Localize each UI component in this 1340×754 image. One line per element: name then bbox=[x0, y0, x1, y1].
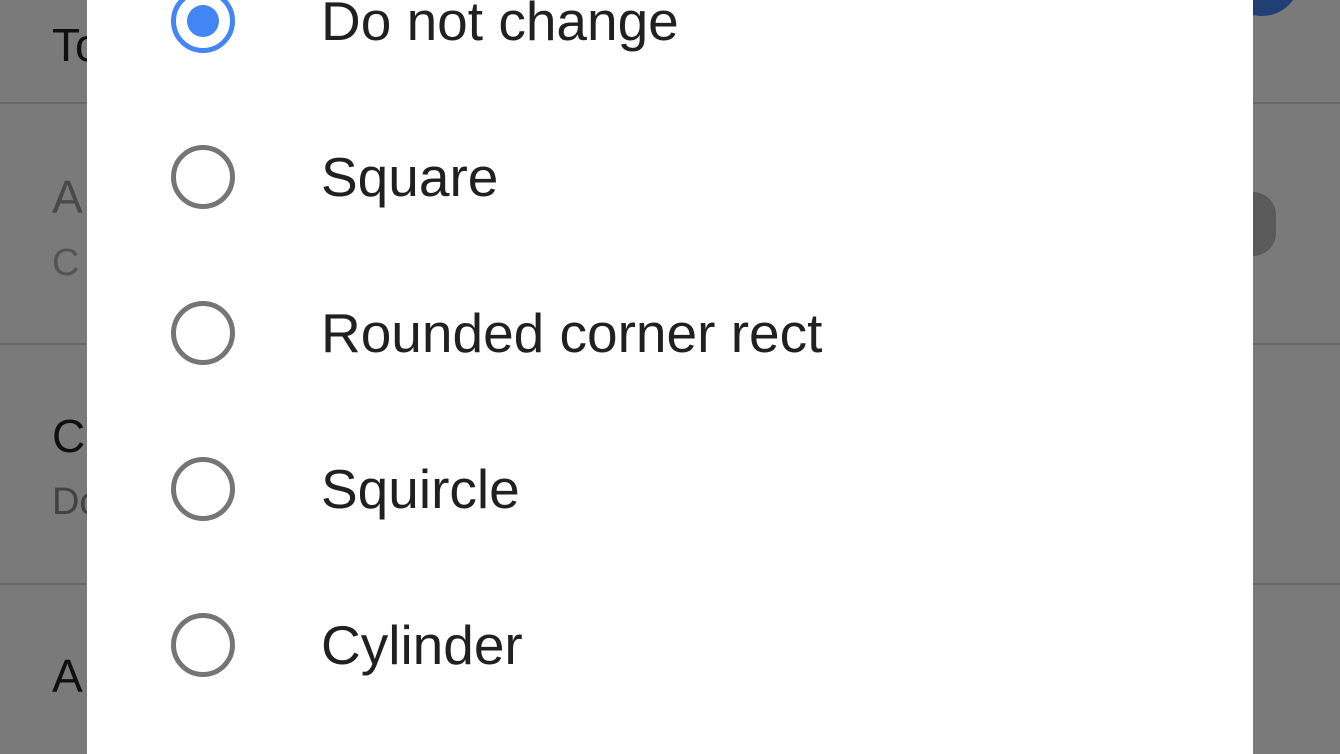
option-rounded-corner-rect[interactable]: Rounded corner rect bbox=[87, 255, 1253, 411]
option-squircle[interactable]: Squircle bbox=[87, 411, 1253, 567]
radio-unchecked-icon[interactable] bbox=[171, 613, 235, 677]
radio-unchecked-icon[interactable] bbox=[171, 457, 235, 521]
option-label: Do not change bbox=[321, 0, 679, 52]
option-label: Squircle bbox=[321, 458, 520, 520]
icon-shape-dialog: Do not change Square Rounded corner rect… bbox=[87, 0, 1253, 754]
option-do-not-change[interactable]: Do not change bbox=[87, 0, 1253, 99]
radio-unchecked-icon[interactable] bbox=[171, 145, 235, 209]
screen: To A C C Do A Do not change Square Round… bbox=[0, 0, 1340, 754]
option-label: Square bbox=[321, 146, 499, 208]
radio-unchecked-icon[interactable] bbox=[171, 301, 235, 365]
option-label: Rounded corner rect bbox=[321, 302, 823, 364]
option-label: Cylinder bbox=[321, 614, 523, 676]
option-cylinder[interactable]: Cylinder bbox=[87, 567, 1253, 723]
option-square[interactable]: Square bbox=[87, 99, 1253, 255]
radio-checked-icon[interactable] bbox=[171, 0, 235, 53]
